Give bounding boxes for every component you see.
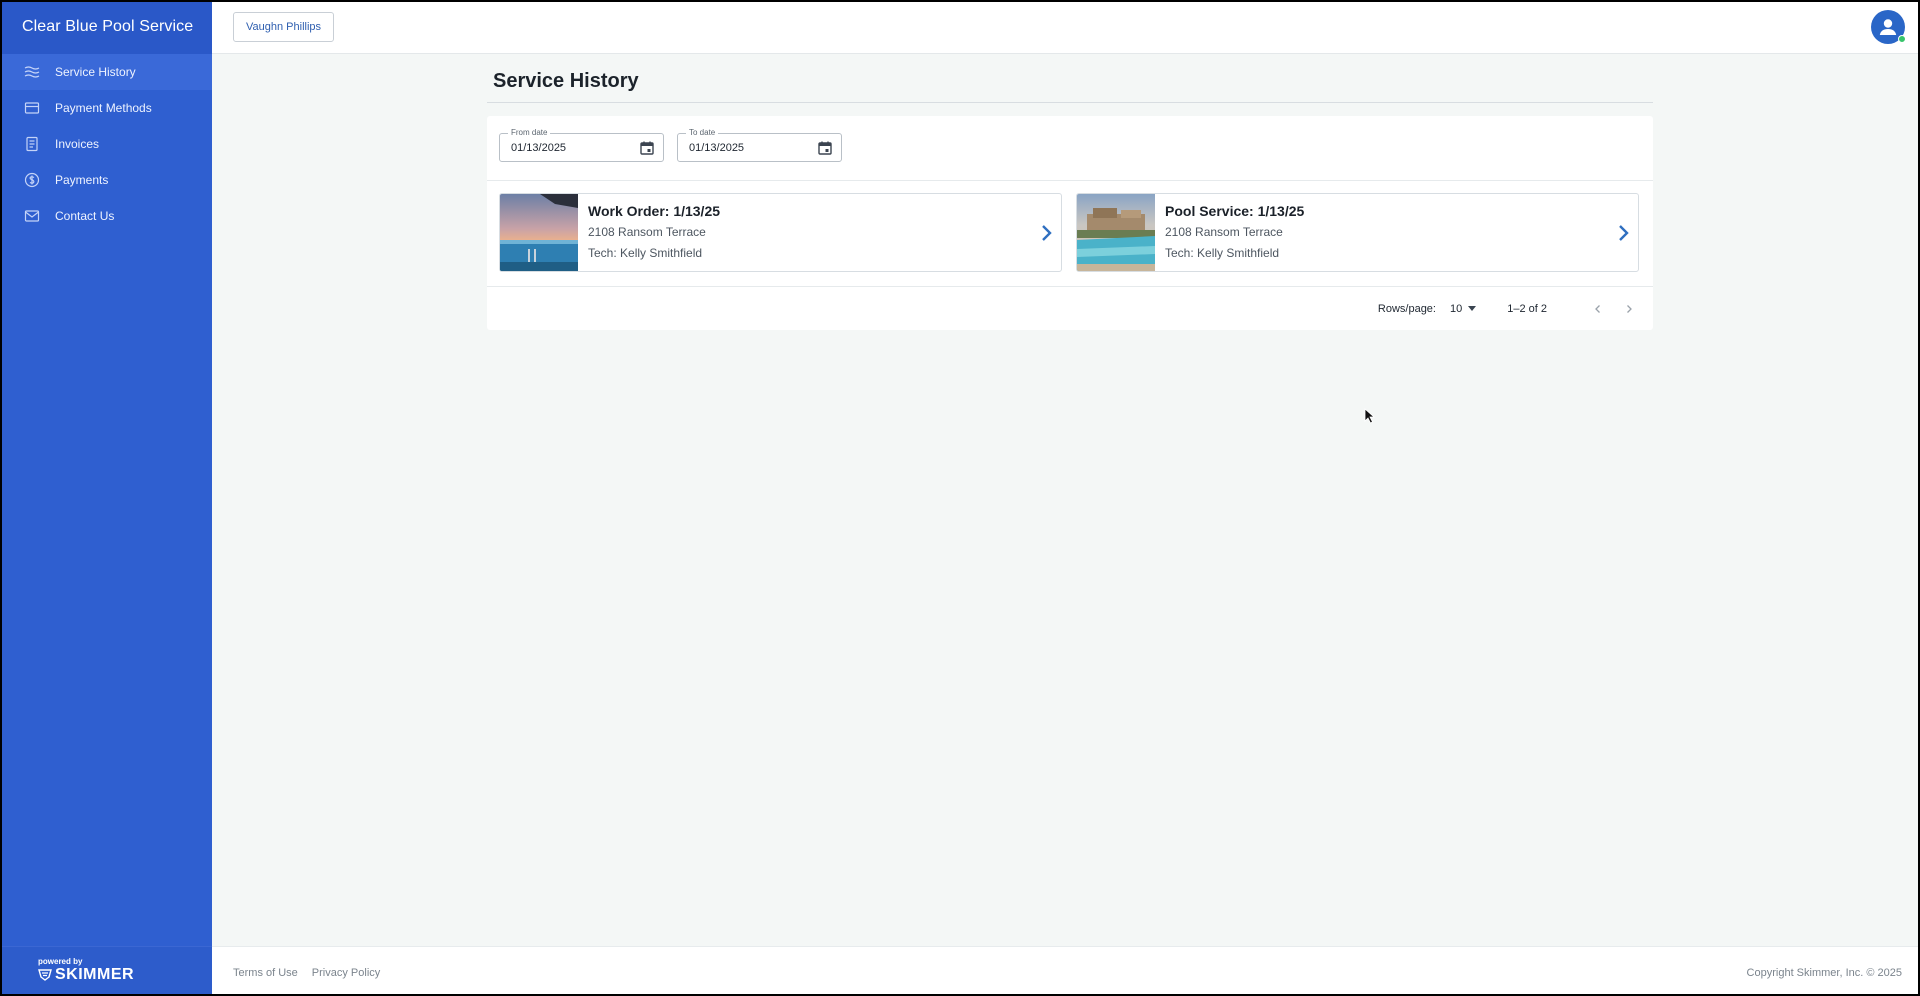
sidebar-item-label: Contact Us [55, 209, 115, 223]
skimmer-logo: SKIMMER [38, 966, 212, 984]
chevron-right-icon[interactable] [1039, 224, 1053, 242]
sidebar-item-invoices[interactable]: Invoices [2, 126, 212, 162]
waves-icon [24, 64, 40, 80]
pagination-range: 1–2 of 2 [1507, 302, 1547, 315]
calendar-icon[interactable] [639, 140, 655, 156]
rows-per-page-select[interactable]: 10 [1449, 302, 1477, 315]
previous-page-button[interactable] [1588, 299, 1608, 319]
from-date-field[interactable]: From date 01/13/2025 [499, 128, 664, 162]
sidebar-item-label: Payment Methods [55, 101, 152, 115]
card-title: Work Order: 1/13/25 [588, 203, 721, 219]
sidebar-item-service-history[interactable]: Service History [2, 54, 212, 90]
online-status-dot [1898, 35, 1906, 43]
backyard-pool-photo [1077, 194, 1155, 271]
rows-per-page-value: 10 [1449, 302, 1463, 315]
footer: Terms of Use Privacy Policy Copyright Sk… [212, 946, 1918, 994]
sidebar-nav: Service History Payment Methods Invoices [2, 54, 212, 234]
credit-card-icon [24, 100, 40, 116]
to-date-value: 01/13/2025 [689, 142, 745, 154]
sidebar-item-payments[interactable]: Payments [2, 162, 212, 198]
from-date-value: 01/13/2025 [511, 142, 567, 154]
mouse-cursor-icon [1364, 408, 1376, 424]
sidebar-item-label: Service History [55, 65, 136, 79]
card-tech: Tech: Kelly Smithfield [588, 246, 703, 260]
powered-by-badge[interactable]: powered by SKIMMER [2, 946, 212, 994]
content-column: Service History From date 01/13/2025 To … [487, 54, 1653, 330]
customer-button[interactable]: Vaughn Phillips [233, 12, 335, 42]
to-date-field[interactable]: To date 01/13/2025 [677, 128, 842, 162]
card-address: 2108 Ransom Terrace [1165, 225, 1283, 239]
service-history-panel: From date 01/13/2025 To date 01/13/2025 [487, 116, 1653, 330]
document-icon [24, 136, 40, 152]
pagination: Rows/page: 10 1–2 of 2 [487, 287, 1653, 330]
sidebar: Clear Blue Pool Service Service History … [2, 2, 212, 994]
user-avatar-icon[interactable] [1871, 10, 1906, 44]
mail-icon [24, 208, 40, 224]
date-filters: From date 01/13/2025 To date 01/13/2025 [487, 116, 1653, 181]
sidebar-item-label: Invoices [55, 137, 100, 151]
from-date-label: From date [508, 128, 551, 137]
terms-of-use-link[interactable]: Terms of Use [233, 967, 298, 979]
caret-down-icon [1468, 306, 1477, 311]
calendar-icon[interactable] [817, 140, 833, 156]
footer-links: Terms of Use Privacy Policy [233, 967, 380, 979]
copyright-text: Copyright Skimmer, Inc. © 2025 [1746, 967, 1902, 979]
card-text: Pool Service: 1/13/25 2108 Ransom Terrac… [1155, 194, 1304, 271]
service-card-work-order[interactable]: Work Order: 1/13/25 2108 Ransom Terrace … [499, 193, 1062, 272]
skimmer-shield-icon [38, 969, 52, 981]
powered-by-text: powered by [38, 957, 83, 966]
app-frame: Clear Blue Pool Service Service History … [2, 2, 1918, 994]
sidebar-item-contact-us[interactable]: Contact Us [2, 198, 212, 234]
sidebar-item-label: Payments [55, 173, 109, 187]
privacy-policy-link[interactable]: Privacy Policy [312, 967, 380, 979]
brand-title: Clear Blue Pool Service [2, 2, 212, 54]
main-area: Service History From date 01/13/2025 To … [212, 54, 1918, 946]
card-title: Pool Service: 1/13/25 [1165, 203, 1305, 219]
card-text: Work Order: 1/13/25 2108 Ransom Terrace … [578, 194, 720, 271]
to-date-label: To date [686, 128, 719, 137]
pool-sunset-photo [500, 194, 578, 271]
service-cards: Work Order: 1/13/25 2108 Ransom Terrace … [487, 181, 1653, 287]
chevron-right-icon[interactable] [1616, 224, 1630, 242]
chevron-left-icon [1595, 304, 1600, 313]
dollar-circle-icon [24, 172, 40, 188]
card-address: 2108 Ransom Terrace [588, 225, 706, 239]
next-page-button[interactable] [1619, 299, 1639, 319]
service-card-pool-service[interactable]: Pool Service: 1/13/25 2108 Ransom Terrac… [1076, 193, 1639, 272]
top-bar: Vaughn Phillips [212, 2, 1918, 54]
skimmer-logo-text: SKIMMER [55, 966, 135, 983]
sidebar-item-payment-methods[interactable]: Payment Methods [2, 90, 212, 126]
page-title: Service History [487, 54, 1653, 103]
card-tech: Tech: Kelly Smithfield [1165, 246, 1280, 260]
rows-per-page-label: Rows/page: [1377, 302, 1436, 315]
chevron-right-icon [1627, 304, 1632, 313]
